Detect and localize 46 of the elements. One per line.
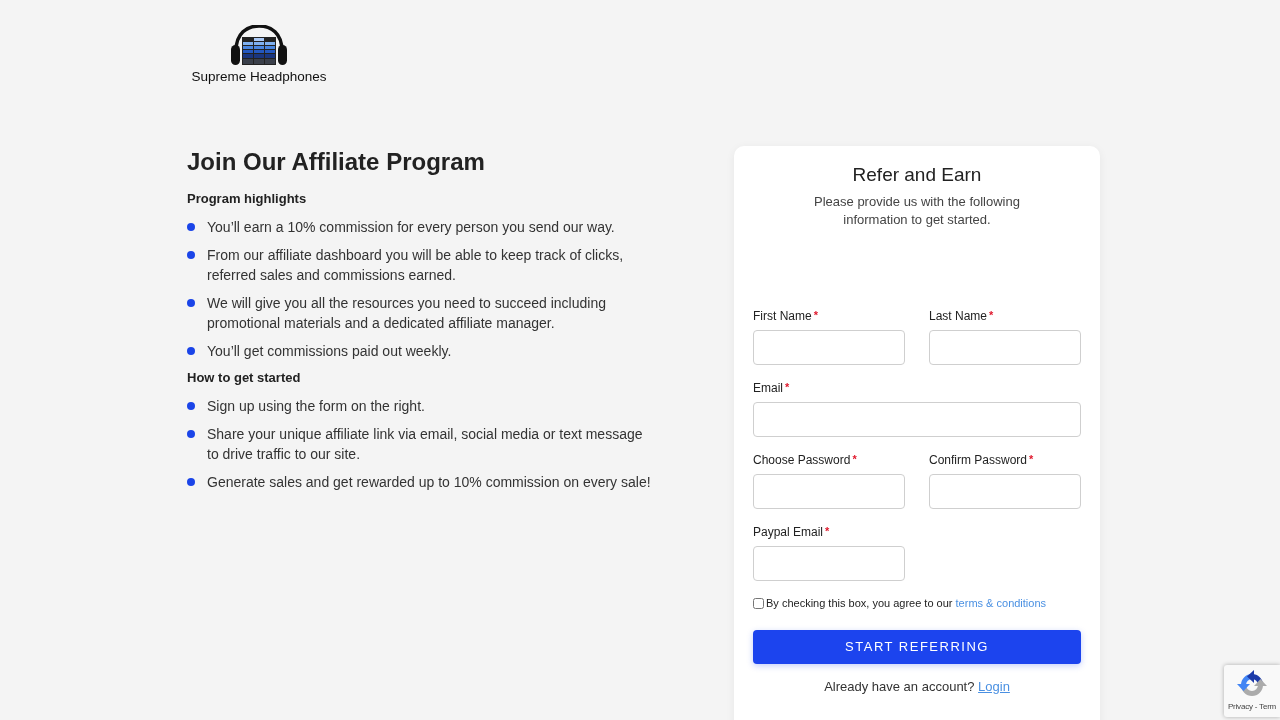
- bullet-icon: [187, 251, 195, 259]
- required-mark: *: [1029, 452, 1034, 466]
- list-item-text: You’ll earn a 10% commission for every person you send our way.: [207, 218, 616, 237]
- start-referring-button[interactable]: START REFERRING: [753, 630, 1081, 664]
- bullet-icon: [187, 347, 195, 355]
- field-label: Choose Password: [753, 452, 851, 468]
- list-item-text: Share your unique affiliate link via email, social media or text message to drive traffic to our site.: [207, 425, 644, 464]
- bullet-icon: [187, 299, 195, 307]
- section-heading: Program highlights: [187, 190, 308, 208]
- input-field[interactable]: [753, 330, 905, 365]
- bullet-icon: [187, 223, 195, 231]
- field-label: Confirm Password: [929, 452, 1028, 468]
- list-item-text: From our affiliate dashboard you will be able to keep track of clicks, referred sales and commissions earned.: [207, 246, 625, 285]
- agreement-text: By checking this box, you agree to our terms & conditions: [766, 597, 1047, 610]
- privacy-terms-text: Privacy - Term: [1227, 702, 1277, 712]
- headphones-icon: [231, 25, 287, 65]
- required-mark: *: [825, 524, 830, 538]
- field-label: Paypal Email: [753, 524, 824, 540]
- required-mark: *: [852, 452, 857, 466]
- required-mark: *: [813, 308, 818, 322]
- field-label: Last Name: [929, 308, 988, 324]
- list-item-text: You’ll get commissions paid out weekly.: [207, 342, 453, 361]
- terms-checkbox[interactable]: [753, 598, 764, 609]
- list-item-text: We will give you all the resources you need to succeed including promotional materials and a dedicated affiliate manager.: [207, 294, 607, 333]
- input-field[interactable]: [929, 330, 1081, 365]
- login-link[interactable]: Login: [978, 679, 1010, 694]
- field-label: First Name: [753, 308, 812, 324]
- list-item-text: Generate sales and get rewarded up to 10% commission on every sale!: [207, 473, 652, 492]
- input-field[interactable]: [753, 546, 905, 581]
- brand-name: Supreme Headphones: [191, 68, 327, 86]
- bullet-icon: [187, 402, 195, 410]
- required-mark: *: [785, 380, 790, 394]
- input-field[interactable]: [753, 474, 905, 509]
- list-item-text: Sign up using the form on the right.: [207, 397, 426, 416]
- card-subtitle: Please provide us with the following information to get started.: [813, 193, 1021, 229]
- required-mark: *: [989, 308, 994, 322]
- field-label: Email: [753, 380, 783, 396]
- page-heading: Join Our Affiliate Program: [187, 147, 486, 177]
- bullet-icon: [187, 478, 195, 486]
- input-field[interactable]: [929, 474, 1081, 509]
- bullet-icon: [187, 430, 195, 438]
- terms-link[interactable]: terms & conditions: [955, 597, 1047, 609]
- section-heading: How to get started: [187, 369, 302, 387]
- login-prompt: Already have an account? Login: [823, 678, 1011, 696]
- card-title: Refer and Earn: [851, 163, 983, 187]
- input-field[interactable]: [753, 402, 1081, 437]
